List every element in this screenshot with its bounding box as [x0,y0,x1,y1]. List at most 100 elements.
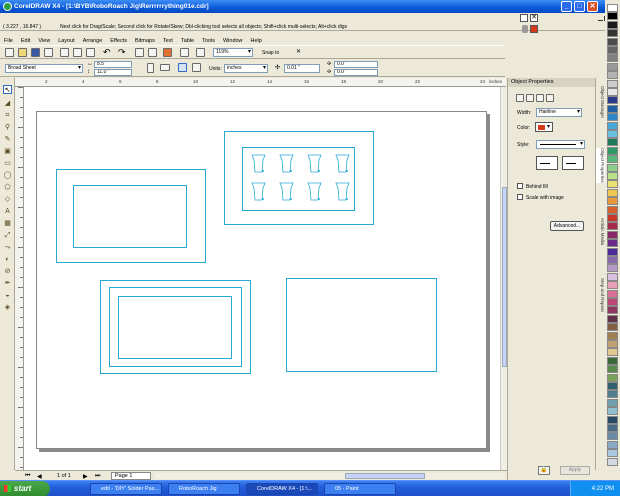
inner-rect-left-bottom[interactable] [118,296,232,359]
palette-swatch[interactable] [607,323,618,332]
next-page-icon[interactable]: ▶ [83,473,88,480]
palette-swatch[interactable] [607,20,618,29]
current-page-icon[interactable] [192,63,201,72]
palette-swatch[interactable] [607,4,618,12]
application-launcher-icon[interactable] [163,48,172,57]
palette-swatch[interactable] [607,373,618,382]
connector-tool-icon[interactable]: ⤳ [3,243,12,252]
menu-file[interactable]: File [4,38,13,44]
palette-swatch[interactable] [607,146,618,155]
cut-icon[interactable] [60,48,69,57]
rect-right-bottom[interactable] [286,278,437,372]
redo-icon[interactable]: ↷ [118,48,127,57]
open-folder-icon[interactable] [18,48,27,57]
close-button[interactable]: ✕ [587,1,598,12]
horizontal-scroll-thumb[interactable] [345,473,425,479]
smart-fill-tool-icon[interactable]: ▣ [3,147,12,156]
tab-object-properties[interactable]: Object Properties [596,148,605,183]
palette-swatch[interactable] [607,340,618,348]
palette-swatch[interactable] [607,356,618,365]
palette-swatch[interactable] [607,163,618,172]
palette-swatch[interactable] [607,256,618,264]
minimize-button[interactable]: _ [561,1,572,12]
scale-with-image-checkbox[interactable] [517,194,523,200]
palette-swatch[interactable] [607,415,618,424]
outline-pen-tool-icon[interactable]: ✒ [3,279,12,288]
fill-tool-icon[interactable]: ◒ [3,291,12,300]
apply-button[interactable]: Apply [560,466,590,475]
end-arrowhead-select[interactable] [562,156,584,170]
line-style-select[interactable]: ▾ [536,140,585,149]
table-tool-icon[interactable]: ▦ [3,219,12,228]
palette-swatch[interactable] [607,12,618,21]
tab-artistic-media[interactable]: Artistic Media [596,218,605,245]
menu-effects[interactable]: Effects [110,38,127,44]
palette-swatch[interactable] [607,88,618,96]
palette-swatch[interactable] [607,180,618,189]
palette-swatch[interactable] [607,306,618,315]
taskbar-item-roboroach[interactable]: RoboRoach Jig [168,483,240,495]
palette-swatch[interactable] [607,331,618,340]
palette-swatch[interactable] [607,289,618,298]
palette-swatch[interactable] [607,457,618,466]
palette-swatch[interactable] [607,281,618,290]
menu-bitmaps[interactable]: Bitmaps [135,38,155,44]
vertical-scrollbar[interactable] [500,87,507,470]
menu-table[interactable]: Table [181,38,194,44]
palette-swatch[interactable] [607,222,618,231]
portrait-icon[interactable] [147,63,154,73]
lock-icon[interactable]: 🔒 [538,466,550,475]
first-page-icon[interactable]: ⏮ [25,473,30,480]
palette-swatch[interactable] [607,46,618,54]
drawing-canvas[interactable] [24,87,500,470]
outline-color-indicator[interactable] [530,25,538,33]
options-icon[interactable]: ✕ [296,48,305,57]
palette-swatch[interactable] [607,62,618,71]
eyedropper-tool-icon[interactable]: ⊘ [3,267,12,276]
new-document-icon[interactable] [5,48,14,57]
palette-swatch[interactable] [607,247,618,256]
parallel-dimension-tool-icon[interactable]: ⤢ [3,231,12,240]
palette-swatch[interactable] [607,348,618,357]
text-tool-icon[interactable]: A [3,207,12,216]
menu-arrange[interactable]: Arrange [83,38,103,44]
palette-swatch[interactable] [607,121,618,130]
outline-tab-icon[interactable] [516,94,524,102]
shape-tool-icon[interactable]: ◢ [3,99,12,108]
general-tab-icon[interactable] [536,94,544,102]
nudge-distance-field[interactable]: 0.01 " [284,64,320,73]
summary-tab-icon[interactable] [546,94,554,102]
print-icon[interactable] [44,48,53,57]
snap-to-dropdown[interactable]: Snap to [262,50,279,56]
zoom-level-select[interactable]: 119% [213,48,253,57]
start-arrowhead-select[interactable] [536,156,558,170]
import-icon[interactable] [135,48,144,57]
horizontal-scrollbar[interactable] [155,473,505,479]
menu-text[interactable]: Text [163,38,173,44]
outline-color-button[interactable]: ▾ [535,122,553,132]
all-pages-icon[interactable] [178,63,187,72]
palette-swatch[interactable] [607,188,618,197]
corel-online-icon[interactable] [196,48,205,57]
palette-swatch[interactable] [607,29,618,38]
menu-help[interactable]: Help [251,38,262,44]
polygon-tool-icon[interactable]: ⬠ [3,183,12,192]
mdi-minimize-icon[interactable] [598,16,603,21]
palette-swatch[interactable] [607,298,618,306]
welcome-screen-icon[interactable] [180,48,189,57]
duplicate-distance-y-field[interactable]: 0.0 " [334,69,378,76]
taskbar-item-edit[interactable]: edit - 'DIY' Solder Pas... [90,483,162,495]
behind-fill-checkbox[interactable] [517,183,523,189]
landscape-icon[interactable] [160,64,170,71]
menu-view[interactable]: View [38,38,50,44]
palette-swatch[interactable] [607,96,618,105]
units-select[interactable]: inches [224,64,268,73]
taskbar-item-coreldraw[interactable]: CorelDRAW X4 - [1:\... [246,483,318,495]
palette-swatch[interactable] [607,138,618,147]
menu-window[interactable]: Window [223,38,243,44]
palette-swatch[interactable] [607,432,618,441]
palette-swatch[interactable] [607,205,618,214]
palette-swatch[interactable] [607,37,618,46]
maximize-button[interactable]: □ [574,1,585,12]
palette-swatch[interactable] [607,130,618,138]
